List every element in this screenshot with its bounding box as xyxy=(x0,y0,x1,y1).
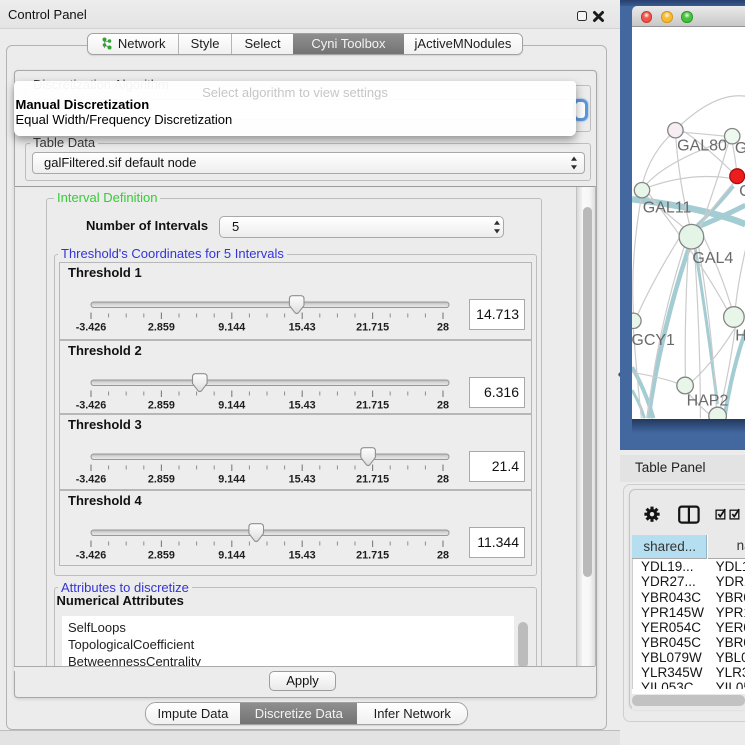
svg-text:21.715: 21.715 xyxy=(356,322,389,334)
svg-text:9.144: 9.144 xyxy=(218,474,245,486)
svg-text:-3.426: -3.426 xyxy=(76,550,107,562)
svg-text:H: H xyxy=(735,327,745,344)
svg-text:-3.426: -3.426 xyxy=(76,400,107,412)
svg-text:HAP2: HAP2 xyxy=(686,392,728,409)
svg-text:GA: GA xyxy=(734,140,744,157)
svg-text:2.859: 2.859 xyxy=(148,474,175,486)
svg-text:21.715: 21.715 xyxy=(356,474,389,486)
svg-text:15.43: 15.43 xyxy=(289,474,316,486)
svg-text:15.43: 15.43 xyxy=(289,322,316,334)
svg-text:28: 28 xyxy=(437,322,449,334)
svg-text:15.43: 15.43 xyxy=(289,400,316,412)
svg-text:15.43: 15.43 xyxy=(289,550,316,562)
svg-text:GAL80: GAL80 xyxy=(677,137,727,154)
svg-text:28: 28 xyxy=(437,474,449,486)
svg-text:GCY1: GCY1 xyxy=(632,332,675,349)
svg-text:-3.426: -3.426 xyxy=(76,322,107,334)
svg-text:2.859: 2.859 xyxy=(148,400,175,412)
svg-text:2.859: 2.859 xyxy=(148,322,175,334)
svg-text:GAL11: GAL11 xyxy=(642,199,691,216)
svg-text:9.144: 9.144 xyxy=(218,400,245,412)
svg-text:GAL4: GAL4 xyxy=(692,250,733,267)
svg-text:9.144: 9.144 xyxy=(218,550,245,562)
svg-text:21.715: 21.715 xyxy=(356,550,389,562)
svg-text:28: 28 xyxy=(437,400,449,412)
svg-text:2.859: 2.859 xyxy=(148,550,175,562)
svg-text:28: 28 xyxy=(437,550,449,562)
svg-text:9.144: 9.144 xyxy=(218,322,245,334)
svg-text:-3.426: -3.426 xyxy=(76,474,107,486)
svg-text:21.715: 21.715 xyxy=(356,400,389,412)
svg-text:C: C xyxy=(739,183,745,200)
